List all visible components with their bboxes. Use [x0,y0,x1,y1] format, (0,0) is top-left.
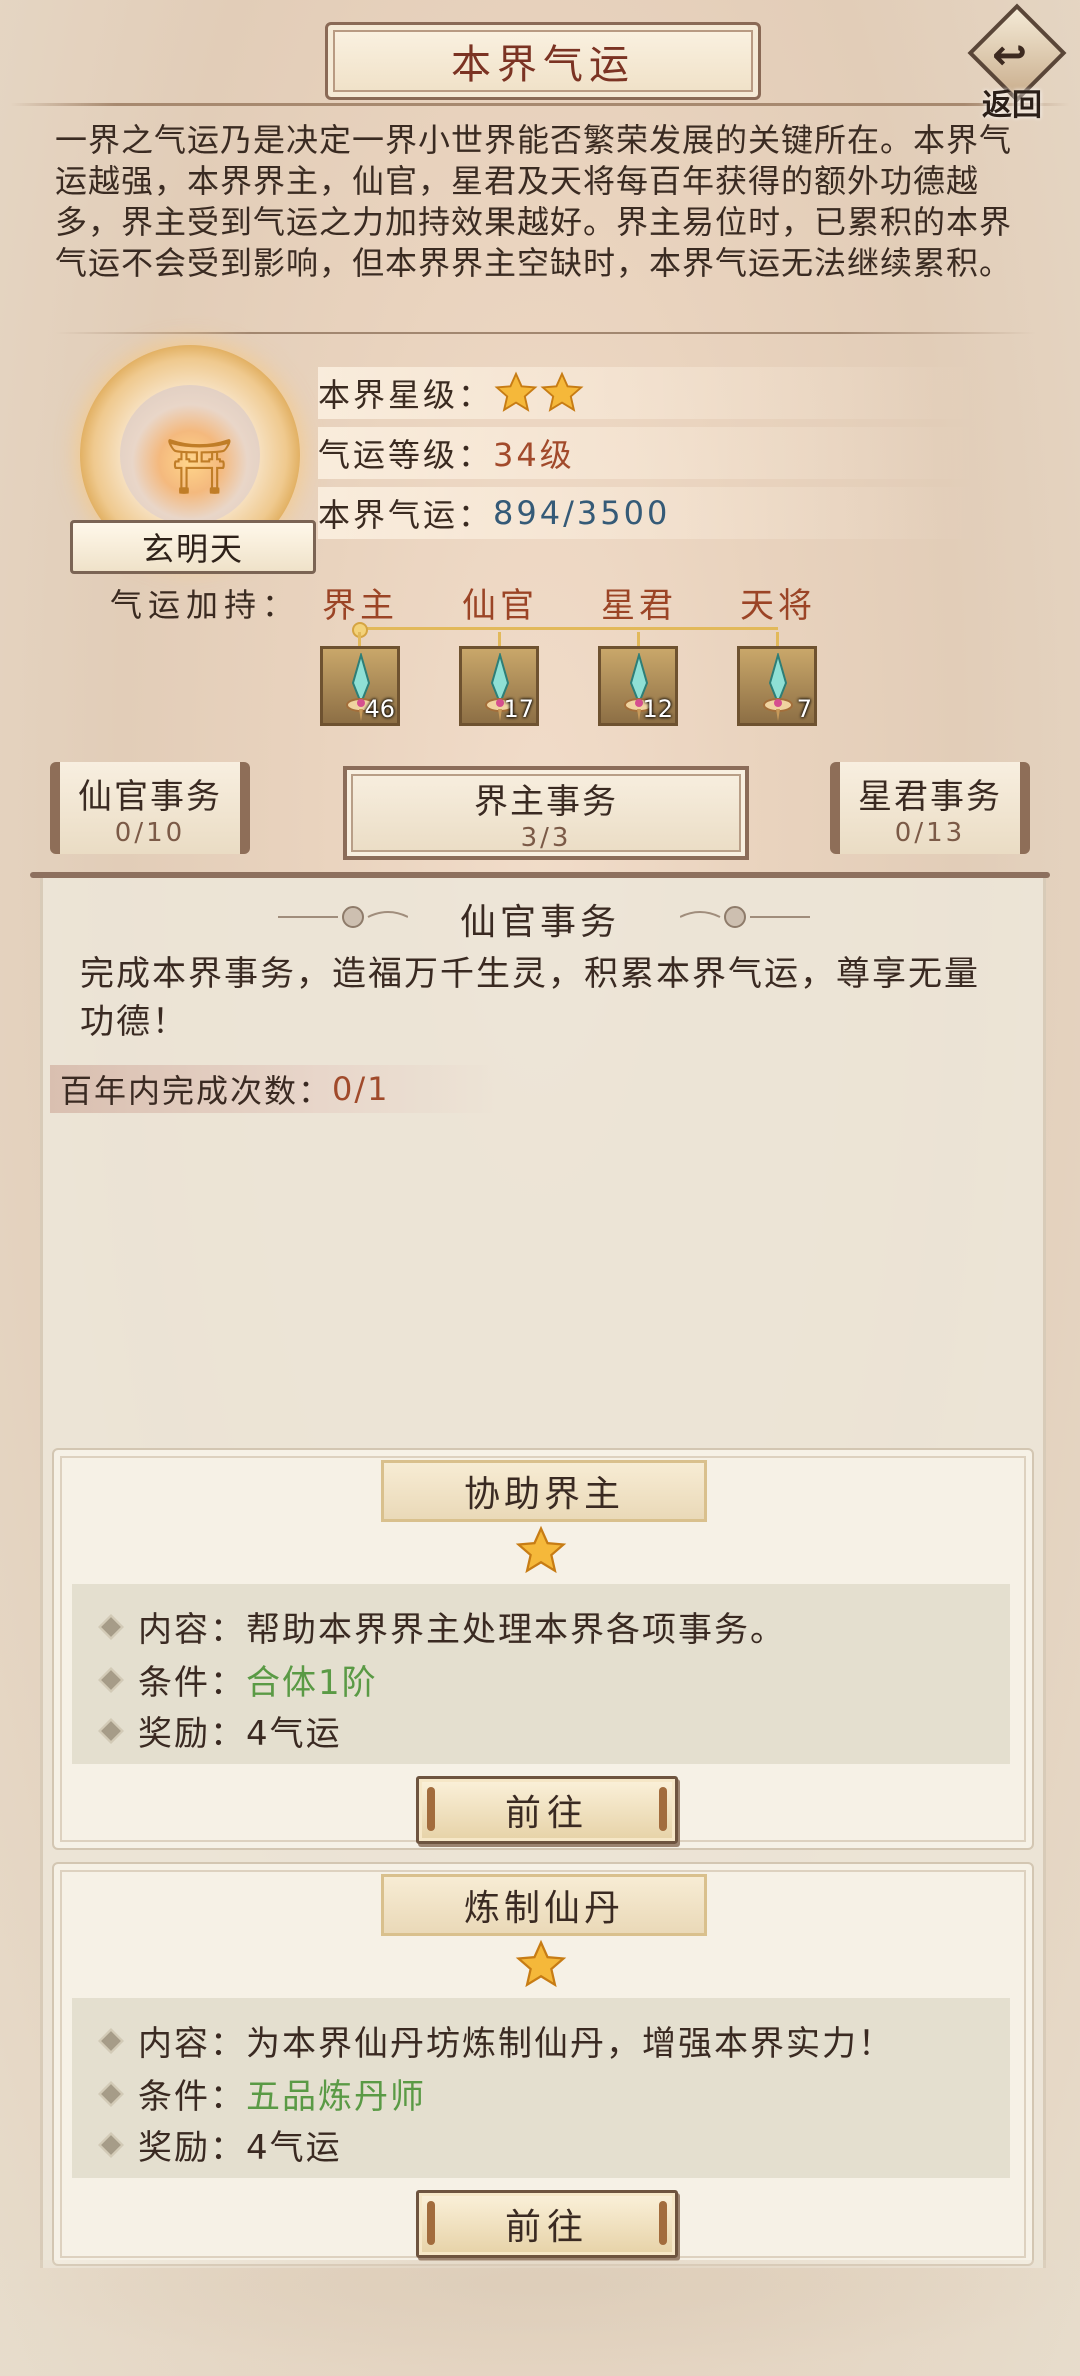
task-reward-row: 奖励： 4气运 [98,2120,342,2169]
tab-lord-affairs[interactable]: 界主事务 3/3 [343,766,749,860]
star-icon [514,1524,568,1582]
boost-count-official: 17 [503,695,534,723]
fortune-level-row: 气运等级： 34级 [318,427,978,479]
task-condition-row: 条件： 合体1阶 [98,1655,378,1704]
back-button[interactable]: ↩ 返回 [960,3,1072,123]
bullet-diamond-icon [98,2131,124,2158]
task-card: 协助界主 内容： 帮助本界界主处理本界各项事务。 条件： 合体1阶 奖励： 4气运 前… [52,1448,1034,1850]
boost-title-star-lord: 星君 [601,586,677,626]
ornament-right [680,906,810,928]
fortune-level-value: 34级 [493,436,575,474]
star-icon [539,370,585,416]
section-title: 仙官事务 [459,902,620,943]
bullet-diamond-icon [98,1666,124,1693]
go-button[interactable]: 前往 [416,1776,678,1844]
fortune-description: 一界之气运乃是决定一界小世界能否繁荣发展的关键所在。本界气运越强，本界界主，仙官… [55,121,1013,282]
task-card: 炼制仙丹 内容： 为本界仙丹坊炼制仙丹，增强本界实力！ 条件： 五品炼丹师 奖励： 4… [52,1862,1034,2266]
task-info: 内容： 为本界仙丹坊炼制仙丹，增强本界实力！ 条件： 五品炼丹师 奖励： 4气运 [72,1998,1010,2178]
star-level-row: 本界星级： [318,367,978,419]
boost-item-lord[interactable]: 46 [320,646,400,726]
boost-title-official: 仙官 [462,586,538,626]
boost-connector [358,627,778,630]
boost-count-general: 7 [796,695,812,723]
realm-name: 玄明天 [141,530,244,568]
star-icon [493,370,539,416]
tab-star-lord-affairs[interactable]: 星君事务 0/13 [830,762,1030,854]
task-reward-row: 奖励： 4气运 [98,1706,342,1755]
tab-official-affairs[interactable]: 仙官事务 0/10 [50,762,250,854]
task-title: 协助界主 [381,1460,707,1522]
boost-item-general[interactable]: 7 [737,646,817,726]
bottom-cloud-decoration [0,2260,1080,2376]
section-description: 完成本界事务，造福万千生灵，积累本界气运，尊享无量功德！ [80,954,980,1042]
description-divider [55,332,1035,334]
completion-count-bar: 百年内完成次数： 0/1 [50,1065,500,1113]
bullet-diamond-icon [98,2027,124,2054]
completion-count-value: 0/1 [332,1070,390,1108]
bullet-diamond-icon [98,1613,124,1640]
task-content-row: 内容： 为本界仙丹坊炼制仙丹，增强本界实力！ [98,2016,894,2065]
page-title: 本界气运 [451,42,635,88]
boost-sword-icon [763,653,793,721]
task-content-row: 内容： 帮助本界界主处理本界各项事务。 [98,1602,786,1651]
task-info: 内容： 帮助本界界主处理本界各项事务。 条件： 合体1阶 奖励： 4气运 [72,1584,1010,1764]
task-title: 炼制仙丹 [381,1874,707,1936]
star-icon [514,1938,568,1996]
boost-item-star-lord[interactable]: 12 [598,646,678,726]
header-divider [10,103,1070,106]
realm-fortune-value: 894/3500 [493,494,671,532]
bullet-diamond-icon [98,2080,124,2107]
boost-title-general: 天将 [740,586,816,626]
title-banner: 本界气运 [325,22,761,100]
realm-fortune-row: 本界气运： 894/3500 [318,487,978,539]
boost-item-official[interactable]: 17 [459,646,539,726]
bullet-diamond-icon [98,1717,124,1744]
back-label: 返回 [982,88,1042,123]
boost-count-star-lord: 12 [642,695,673,723]
boost-title-lord: 界主 [322,586,398,626]
go-button[interactable]: 前往 [416,2190,678,2258]
boost-count-lord: 46 [364,695,395,723]
palace-emblem-icon: ⛩ [120,385,260,525]
task-condition-row: 条件： 五品炼丹师 [98,2069,426,2118]
realm-name-plate: 玄明天 [70,520,316,574]
boost-label: 气运加持： [110,586,301,624]
